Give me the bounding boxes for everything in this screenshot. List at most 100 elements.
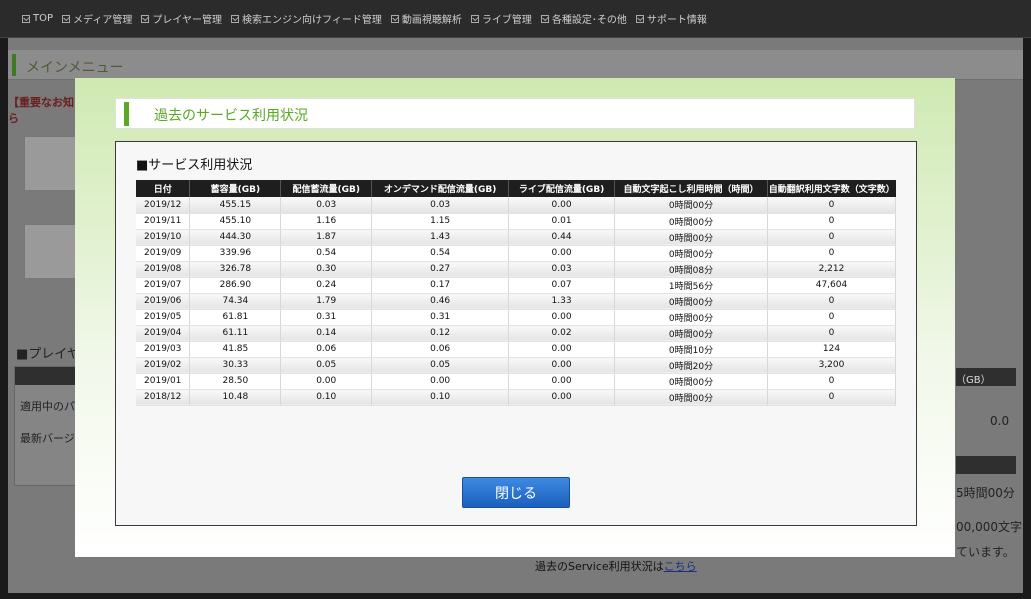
table-cell: 0.00 [508,245,616,262]
table-cell: 0.14 [280,325,373,342]
table-row: 2019/04 61.11 0.14 0.12 0.02 0時間00分 0 [136,325,897,342]
table-cell: 0.10 [371,389,510,406]
past-service-link[interactable]: こちら [664,560,697,573]
table-cell: 74.34 [189,293,282,310]
table-cell: 30.33 [189,357,282,374]
checkbox-icon [470,14,479,23]
table-cell: 2019/10 [136,229,191,246]
main-menu-title: メインメニュー [26,60,124,76]
table-row: 2019/06 74.34 1.79 0.46 1.33 0時間00分 0 [136,293,897,310]
table-cell: 2018/12 [136,389,191,406]
table-cell: 1.33 [508,293,616,310]
col-storage: 蓄容量(GB) [189,180,282,197]
table-cell: 124 [767,341,897,358]
table-cell: 2019/06 [136,293,191,310]
table-row: 2019/01 28.50 0.00 0.00 0.00 0時間00分 0 [136,373,897,390]
checkbox-icon [22,14,30,23]
thumbnail [24,224,76,279]
table-cell: 2019/07 [136,277,191,294]
table-cell: 0時間00分 [614,245,768,262]
right-time: 5時間00分 [956,486,1015,500]
modal-title: 過去のサービス利用状況 [154,108,308,124]
table-cell: 0.54 [280,245,373,262]
table-cell: 0時間00分 [614,373,768,390]
table-cell: 0.03 [508,261,616,278]
table-cell: 0.00 [508,341,616,358]
table-cell: 0 [767,213,897,230]
table-cell: 0.12 [371,325,510,342]
table-cell: 0時間00分 [614,229,768,246]
table-cell: 1時間56分 [614,277,768,294]
table-cell: 0.03 [371,197,510,214]
table-cell: 339.96 [189,245,282,262]
table-cell: 2019/04 [136,325,191,342]
nav-item-top[interactable]: TOP [22,13,53,24]
checkbox-icon [141,14,150,23]
col-date: 日付 [136,180,191,197]
table-cell: 0.54 [371,245,510,262]
table-cell: 0.30 [280,261,373,278]
table-cell: 455.15 [189,197,282,214]
checkbox-icon [62,14,71,23]
table-cell: 0時間00分 [614,197,768,214]
nav-item-analytics[interactable]: 動画視聴解析 [390,11,462,26]
table-cell: 0時間00分 [614,309,768,326]
table-cell: 61.11 [189,325,282,342]
player-section-title: ■プレイヤ [16,347,80,362]
table-cell: 0.00 [508,389,616,406]
header-accent [124,102,129,126]
menu-accent [12,54,16,76]
usage-modal: 過去のサービス利用状況 ■サービス利用状況 日付 蓄容量(GB) 配信蓄流量(G… [75,78,955,557]
table-cell: 0.02 [508,325,616,342]
table-row: 2019/07 286.90 0.24 0.17 0.07 1時間56分 47,604 [136,277,897,294]
table-row: 2018/12 10.48 0.10 0.10 0.00 0時間00分 0 [136,389,897,406]
table-cell: 61.81 [189,309,282,326]
table-cell: 0.06 [280,341,373,358]
table-body: 2019/12 455.15 0.03 0.03 0.00 0時間00分 0 2019/11 4… [136,197,897,406]
table-cell: 0.05 [280,357,373,374]
table-cell: 0時間00分 [614,213,768,230]
panel-title: ■サービス利用状況 [136,158,253,173]
checkbox-icon [390,14,399,23]
table-cell: 10.48 [189,389,282,406]
nav-item-media[interactable]: メディア管理 [62,11,132,26]
table-cell: 0.10 [280,389,373,406]
table-cell: 0.03 [280,197,373,214]
right-tail: ています。 [956,545,1015,559]
col-ondemand-traffic: オンデマンド配信流量(GB) [371,180,510,197]
table-cell: 2019/08 [136,261,191,278]
table-cell: 0 [767,245,897,262]
col-transcription-time: 自動文字起こし利用時間（時間） [614,180,768,197]
past-service-link-line: 過去のService利用状況はこちら [535,560,697,573]
table-cell: 0.07 [508,277,616,294]
nav-item-settings[interactable]: 各種設定･その他 [540,11,627,26]
close-button[interactable]: 閉じる [462,477,570,508]
table-cell: 0 [767,229,897,246]
table-cell: 2019/02 [136,357,191,374]
table-cell: 41.85 [189,341,282,358]
table-cell: 455.10 [189,213,282,230]
nav-item-feed[interactable]: 検索エンジン向けフィード管理 [231,11,382,26]
table-cell: 0.06 [371,341,510,358]
table-cell: 1.16 [280,213,373,230]
nav-item-support[interactable]: サポート情報 [635,11,707,26]
nav-item-live[interactable]: ライブ管理 [470,11,532,26]
table-cell: 0.00 [371,373,510,390]
table-header-row: 日付 蓄容量(GB) 配信蓄流量(GB) オンデマンド配信流量(GB) ライブ配… [136,180,896,197]
usage-panel: ■サービス利用状況 日付 蓄容量(GB) 配信蓄流量(GB) オンデマンド配信流… [115,141,917,526]
table-cell: 0時間00分 [614,293,768,310]
table-row: 2019/08 326.78 0.30 0.27 0.03 0時間08分 2,212 [136,261,897,278]
table-cell: 3,200 [767,357,897,374]
table-cell: 0時間10分 [614,341,768,358]
checkbox-icon [540,14,549,23]
table-cell: 0.24 [280,277,373,294]
col-translation-chars: 自動翻訳利用文字数（文字数） [767,180,896,197]
table-cell: 0.05 [371,357,510,374]
table-cell: 2019/11 [136,213,191,230]
right-value: 0.0 [990,414,1010,428]
important-notice: 【重要なお知ら [8,96,74,125]
col-delivery-traffic: 配信蓄流量(GB) [280,180,373,197]
table-cell: 0 [767,293,897,310]
nav-item-player[interactable]: プレイヤー管理 [141,11,222,26]
right-gb-label: （GB） [956,375,991,386]
